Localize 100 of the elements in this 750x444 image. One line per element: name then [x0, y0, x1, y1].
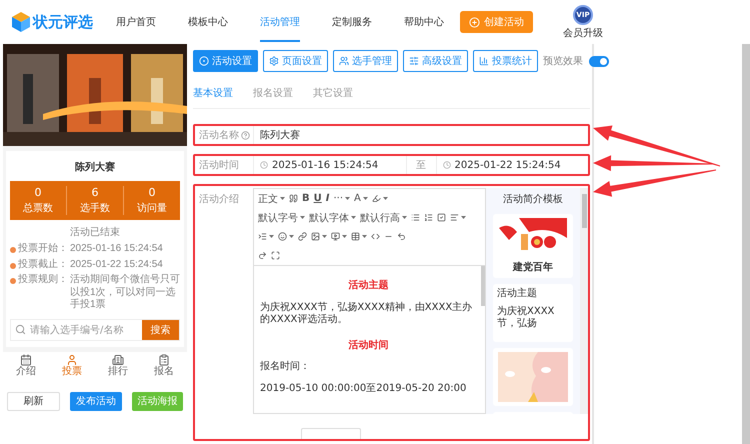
- fullscreen-icon: [271, 251, 280, 260]
- range-separator: 至: [416, 159, 426, 172]
- highlighter-icon: [372, 194, 381, 203]
- stat-label: 选手数: [80, 202, 110, 215]
- template-card[interactable]: 建党百年: [493, 214, 573, 278]
- nav-item[interactable]: 活动管理: [260, 2, 300, 42]
- toggle-label: 预览效果: [543, 55, 583, 68]
- stat-value: 6: [92, 186, 98, 199]
- name-field[interactable]: 陈列大赛: [253, 126, 588, 144]
- panel-title: 活动简介模板: [503, 192, 563, 206]
- format-button[interactable]: I: [324, 190, 332, 207]
- format-button[interactable]: B: [300, 190, 312, 207]
- info-label: 投票开始：: [18, 243, 68, 256]
- stat-value: 0: [34, 186, 42, 199]
- code-icon: [371, 232, 380, 241]
- indent-icon: [258, 232, 267, 241]
- settings-tab[interactable]: 投票统计: [473, 50, 538, 72]
- sliders-icon: [409, 56, 419, 66]
- caret-icon: [402, 216, 407, 219]
- vip-label[interactable]: 会员升级: [563, 26, 603, 40]
- calendar-icon: [20, 354, 32, 366]
- nav-item[interactable]: 定制服务: [332, 2, 372, 42]
- caret-icon: [345, 197, 350, 200]
- end-time-field[interactable]: 2025-01-22 15:24:54: [436, 156, 588, 174]
- logo-text: 状元评选: [33, 12, 93, 32]
- caret-icon: [362, 197, 368, 200]
- page-scrollbar[interactable]: [742, 44, 750, 444]
- start-time-field[interactable]: 2025-01-16 15:24:54: [253, 156, 406, 174]
- toolbar-dropdown[interactable]: 默认字体: [307, 209, 358, 226]
- field-label: 活动名称: [199, 129, 239, 142]
- contest-title: 陈列大赛: [74, 160, 116, 174]
- undo-icon: [397, 232, 406, 241]
- bullet-list-icon: [411, 213, 420, 222]
- bottom-nav-item[interactable]: 报名: [141, 354, 187, 376]
- clock-icon: [260, 161, 268, 169]
- sub-tab[interactable]: 基本设置: [193, 86, 233, 100]
- emoji-icon: [278, 232, 287, 241]
- nav-item[interactable]: 帮助中心: [404, 2, 444, 42]
- settings-tab[interactable]: 高级设置: [403, 50, 468, 72]
- format-button[interactable]: U: [312, 190, 324, 207]
- field-label: 活动时间: [198, 158, 240, 173]
- template-card[interactable]: 活动主题 为庆祝XXXX节，弘扬: [493, 284, 573, 342]
- content-paragraph: 报名时间：: [260, 361, 311, 374]
- checklist-icon: [437, 213, 446, 222]
- info-label: 投票规则：: [18, 274, 68, 287]
- stat-label: 访问量: [137, 202, 167, 215]
- content-paragraph: 2019-05-10 00:00:00至2019-05-20 20:00: [260, 382, 468, 395]
- template-title: 活动主题: [497, 288, 537, 300]
- quote-icon: [289, 194, 298, 203]
- chart-icon: [479, 56, 489, 66]
- bottom-nav-item[interactable]: 介绍: [3, 354, 49, 376]
- toolbar-dropdown[interactable]: A: [352, 190, 370, 207]
- cube-logo-icon: [12, 12, 30, 32]
- info-value: 2025-01-22 15:24:54: [70, 258, 163, 271]
- table-icon: [351, 232, 360, 241]
- template-excerpt: 为庆祝XXXX节，弘扬: [497, 306, 556, 330]
- settings-icon: [269, 56, 279, 66]
- scrollbar[interactable]: [580, 188, 588, 414]
- editor-content[interactable]: 活动主题 为庆祝XXXX节，弘扬XXXX精神，由XXXX主办的XXXX评选活动。 活动时间 报名时间： 2019-05-10 00:00:00至2019-05-20 20:00: [254, 265, 485, 413]
- caret-icon: [300, 216, 305, 219]
- bottom-nav-item[interactable]: 投票: [49, 354, 95, 376]
- content-paragraph: 为庆祝XXXX节，弘扬XXXX精神，由XXXX主办的XXXX评选活动。: [260, 302, 474, 326]
- link-icon: [298, 232, 307, 241]
- status-text: 活动已结束: [69, 226, 121, 239]
- users-icon: [339, 56, 349, 66]
- bullet-icon: [10, 278, 16, 284]
- info-value: 2025-01-16 15:24:54: [70, 243, 163, 256]
- clipboard-icon: [158, 354, 170, 366]
- tab-box: [301, 428, 361, 439]
- video-icon: [331, 232, 340, 241]
- stat-value: 0: [148, 186, 156, 199]
- content-heading: 活动时间: [348, 340, 390, 352]
- building-icon: [112, 354, 124, 366]
- action-button[interactable]: 刷新: [7, 392, 60, 410]
- caret-icon: [351, 216, 356, 219]
- preview-toggle[interactable]: [589, 56, 609, 66]
- toolbar-dropdown[interactable]: 正文: [256, 190, 287, 207]
- content-heading: 活动主题: [348, 280, 390, 292]
- clock-icon: [442, 161, 450, 169]
- field-label: 活动介绍: [198, 193, 240, 206]
- stat-label: 总票数: [23, 202, 53, 215]
- redo-icon: [258, 251, 267, 260]
- bullet-icon: [10, 247, 16, 253]
- numbered-list-icon: [424, 213, 433, 222]
- bottom-nav-item[interactable]: 排行: [95, 354, 141, 376]
- nav-item[interactable]: 模板中心: [188, 2, 228, 42]
- align-icon: [450, 213, 459, 222]
- plus-icon: [469, 16, 480, 28]
- person-icon: [66, 354, 78, 366]
- caret-icon: [280, 197, 285, 200]
- image-icon: [311, 232, 320, 241]
- nav-item[interactable]: 用户首页: [116, 2, 156, 42]
- toolbar-dropdown[interactable]: 默认字号: [256, 209, 307, 226]
- help-icon[interactable]: [241, 130, 250, 140]
- bullet-icon: [10, 262, 16, 268]
- toolbar-dropdown[interactable]: 默认行高: [358, 209, 409, 226]
- info-value: 活动期间每个微信号只可以投1次，可以对同一选手投1票: [70, 274, 180, 312]
- settings-tab[interactable]: 页面设置: [263, 50, 328, 72]
- toolbar-dropdown[interactable]: ···: [331, 190, 352, 207]
- info-label: 投票截止：: [18, 258, 68, 271]
